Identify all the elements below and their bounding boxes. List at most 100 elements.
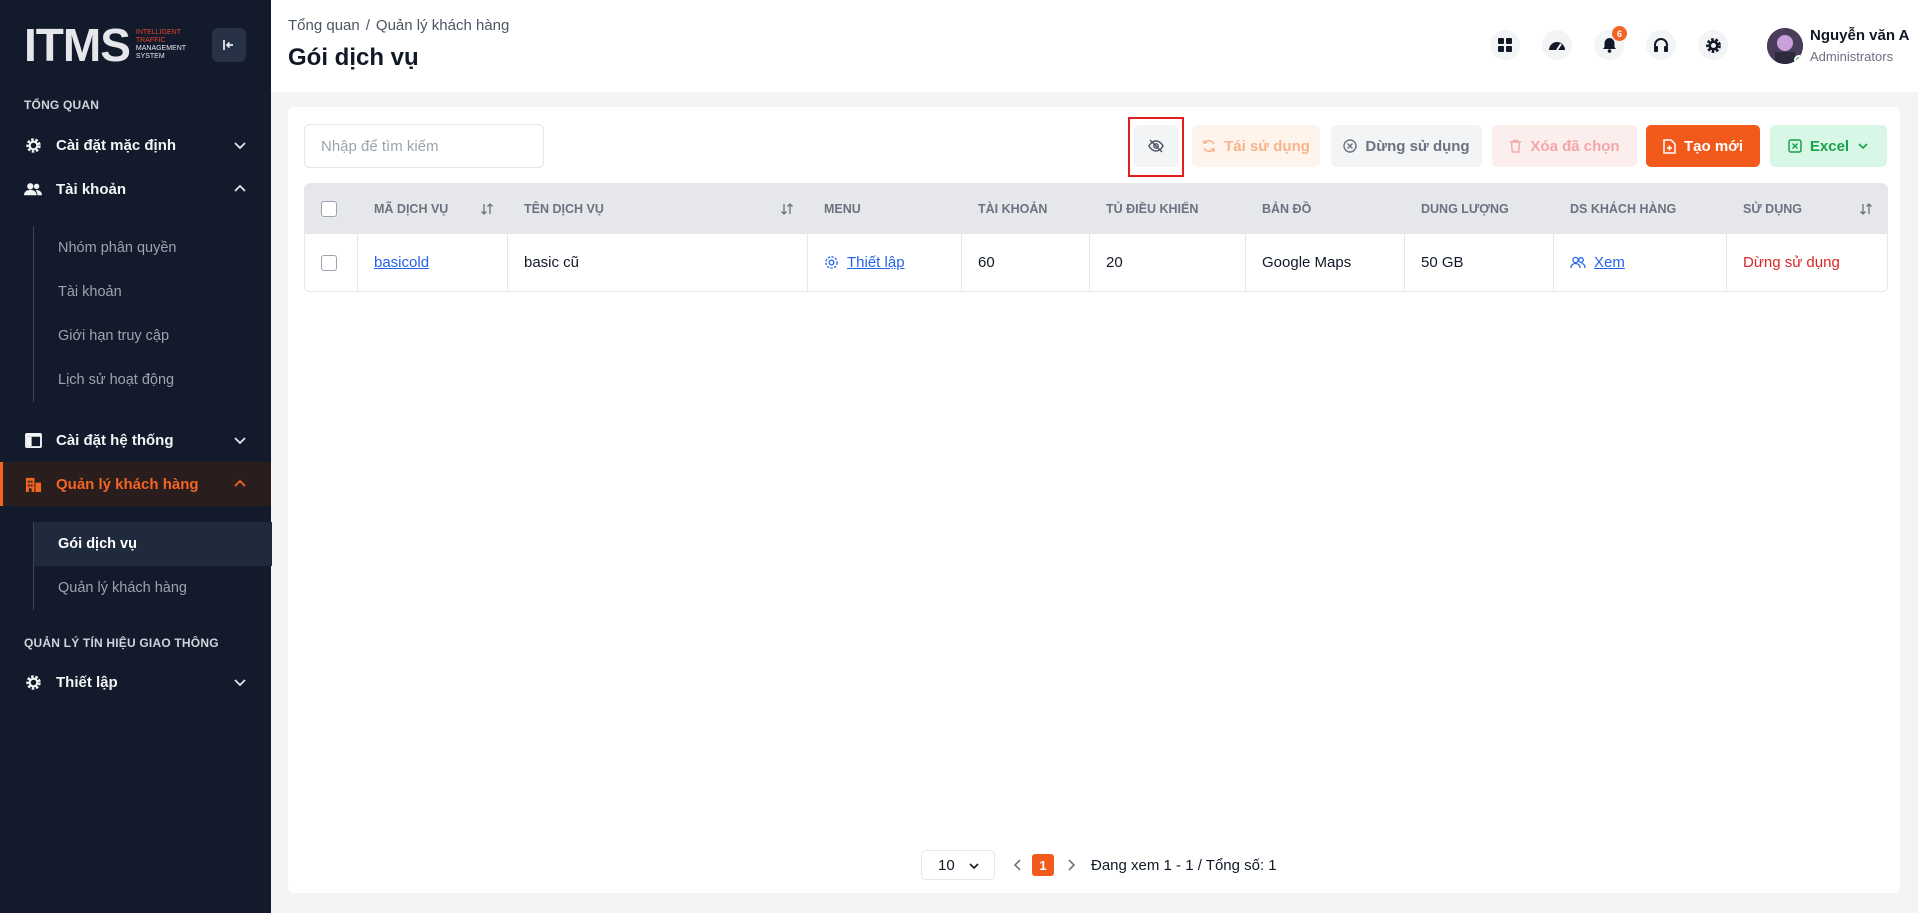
window-icon xyxy=(24,431,42,449)
create-new-label: Tạo mới xyxy=(1683,137,1743,155)
gear-icon xyxy=(24,673,42,691)
map-value: Google Maps xyxy=(1262,254,1352,271)
speedometer-icon xyxy=(1549,42,1565,51)
logo-sub-line: TRAFFIC xyxy=(135,37,166,44)
sort-icon[interactable] xyxy=(780,202,794,216)
cell-status: Dừng sử dụng xyxy=(1727,234,1887,291)
status-badge: Dừng sử dụng xyxy=(1743,254,1840,271)
user-role: Administrators xyxy=(1810,49,1894,64)
users-icon xyxy=(24,180,42,198)
select-all-checkbox[interactable] xyxy=(321,201,337,217)
sidebar-subitem-activity-history[interactable]: Lịch sử hoạt động xyxy=(34,358,272,402)
building-icon xyxy=(24,475,42,493)
grid-icon xyxy=(1498,38,1512,52)
menu-setup-link[interactable]: Thiết lập xyxy=(824,254,905,271)
cell-code: basicold xyxy=(358,234,508,291)
user-name[interactable]: Nguyễn văn A xyxy=(1810,27,1909,44)
sidebar-item-customer-management[interactable]: Quản lý khách hàng xyxy=(0,462,271,506)
support-button[interactable] xyxy=(1646,30,1676,60)
column-header-label: TỦ ĐIỀU KHIỂN xyxy=(1106,202,1199,216)
header-select-cell xyxy=(305,184,358,234)
refresh-icon xyxy=(1203,139,1215,153)
x-circle-icon xyxy=(1343,139,1358,153)
column-header-code[interactable]: MÃ DỊCH VỤ xyxy=(358,184,508,234)
sidebar-item-label: Tài khoản xyxy=(56,180,127,198)
view-customers-link[interactable]: Xem xyxy=(1570,254,1625,271)
chevron-left-icon[interactable] xyxy=(1012,858,1024,872)
stop-using-button[interactable]: Dừng sử dụng xyxy=(1331,125,1482,167)
service-code-link[interactable]: basicold xyxy=(374,254,429,271)
column-header-label: DUNG LƯỢNG xyxy=(1421,202,1509,216)
logo-sub-line: MANAGEMENT xyxy=(135,45,187,52)
breadcrumb-overview[interactable]: Tổng quan xyxy=(288,17,360,34)
service-name: basic cũ xyxy=(524,254,580,271)
chevron-down-icon xyxy=(234,679,246,687)
column-header-label: TÀI KHOẢN xyxy=(978,202,1048,216)
sidebar-subitem-access-limits[interactable]: Giới hạn truy cập xyxy=(34,314,272,358)
breadcrumb: Tổng quan / Quản lý khách hàng xyxy=(288,17,509,34)
logo: ITMS INTELLIGENT TRAFFIC MANAGEMENT SYST… xyxy=(24,22,196,68)
collapse-sidebar-button[interactable] xyxy=(212,28,246,62)
section-overview-label: TỔNG QUAN xyxy=(24,98,100,112)
sidebar-subitem-service-packages[interactable]: Gói dịch vụ xyxy=(34,522,272,566)
topbar: Tổng quan / Quản lý khách hàng Gói dịch vụ… xyxy=(271,0,1918,92)
pagination-info: Đang xem 1 - 1 / Tổng số: 1 xyxy=(1091,857,1277,874)
notifications-button[interactable]: 6 xyxy=(1594,26,1627,60)
sidebar-item-label: Quản lý khách hàng xyxy=(56,475,199,493)
users-outline-icon xyxy=(1570,256,1586,269)
reuse-button[interactable]: Tái sử dụng xyxy=(1192,125,1320,167)
chevron-down-icon xyxy=(1858,143,1868,150)
sidebar-item-label: Thiết lập xyxy=(56,673,118,691)
storage-value: 50 GB xyxy=(1421,254,1464,271)
dashboard-button[interactable] xyxy=(1542,30,1572,60)
headset-icon xyxy=(1654,38,1668,52)
online-status-dot xyxy=(1794,55,1803,64)
cell-accounts: 60 xyxy=(962,234,1090,291)
sidebar-item-label: Cài đặt mặc định xyxy=(56,136,177,154)
chevron-right-icon[interactable] xyxy=(1065,858,1077,872)
menu-setup-label: Thiết lập xyxy=(847,254,905,271)
controllers-value: 20 xyxy=(1106,254,1123,271)
cell-name: basic cũ xyxy=(508,234,808,291)
chevron-up-icon xyxy=(234,479,246,487)
sidebar-subitem-customer-management[interactable]: Quản lý khách hàng xyxy=(34,566,272,610)
table-row: basicold basic cũ Thiết lập 60 20 Google… xyxy=(305,234,1887,291)
chevron-up-icon xyxy=(234,184,246,192)
excel-export-button[interactable]: Excel xyxy=(1770,125,1887,167)
cell-customer-list: Xem xyxy=(1554,234,1727,291)
service-packages-table: MÃ DỊCH VỤ TÊN DỊCH VỤ MENU TÀI KHOẢN TỦ… xyxy=(304,183,1888,292)
sidebar-item-accounts[interactable]: Tài khoản xyxy=(0,167,271,211)
apps-button[interactable] xyxy=(1490,30,1520,60)
avatar[interactable] xyxy=(1767,28,1803,64)
sort-icon[interactable] xyxy=(480,202,494,216)
breadcrumb-customer-management[interactable]: Quản lý khách hàng xyxy=(376,17,509,34)
accounts-value: 60 xyxy=(978,254,995,271)
main-card: Tái sử dụng Dừng sử dụng Xóa đã chọn Tạo… xyxy=(288,107,1900,893)
table-header: MÃ DỊCH VỤ TÊN DỊCH VỤ MENU TÀI KHOẢN TỦ… xyxy=(305,184,1887,234)
sidebar-item-system-settings[interactable]: Cài đặt hệ thống xyxy=(0,418,271,462)
delete-selected-label: Xóa đã chọn xyxy=(1530,137,1620,155)
column-header-status[interactable]: SỬ DỤNG xyxy=(1727,184,1887,234)
sidebar-item-setup[interactable]: Thiết lập xyxy=(0,660,271,704)
chevron-down-icon xyxy=(234,437,246,445)
accounts-submenu: Nhóm phân quyền Tài khoản Giới hạn truy … xyxy=(33,226,272,402)
settings-button[interactable] xyxy=(1698,30,1728,60)
search-input[interactable] xyxy=(304,124,544,168)
sort-icon[interactable] xyxy=(1859,202,1873,216)
page-size-value: 10 xyxy=(938,856,955,874)
column-header-name[interactable]: TÊN DỊCH VỤ xyxy=(508,184,808,234)
delete-selected-button[interactable]: Xóa đã chọn xyxy=(1492,125,1637,167)
column-header-label: TÊN DỊCH VỤ xyxy=(524,202,604,216)
chevron-down-icon xyxy=(969,863,979,870)
excel-label: Excel xyxy=(1809,137,1850,155)
sidebar-subitem-permission-groups[interactable]: Nhóm phân quyền xyxy=(34,226,272,270)
create-new-button[interactable]: Tạo mới xyxy=(1646,125,1760,167)
column-header-label: MENU xyxy=(824,202,861,216)
sidebar-item-default-settings[interactable]: Cài đặt mặc định xyxy=(0,123,271,167)
reuse-label: Tái sử dụng xyxy=(1224,137,1310,155)
page-button-current[interactable]: 1 xyxy=(1032,854,1054,876)
sidebar: ITMS INTELLIGENT TRAFFIC MANAGEMENT SYST… xyxy=(0,0,272,913)
row-checkbox[interactable] xyxy=(321,254,337,271)
page-size-select[interactable]: 10 xyxy=(921,850,995,880)
sidebar-subitem-accounts[interactable]: Tài khoản xyxy=(34,270,272,314)
